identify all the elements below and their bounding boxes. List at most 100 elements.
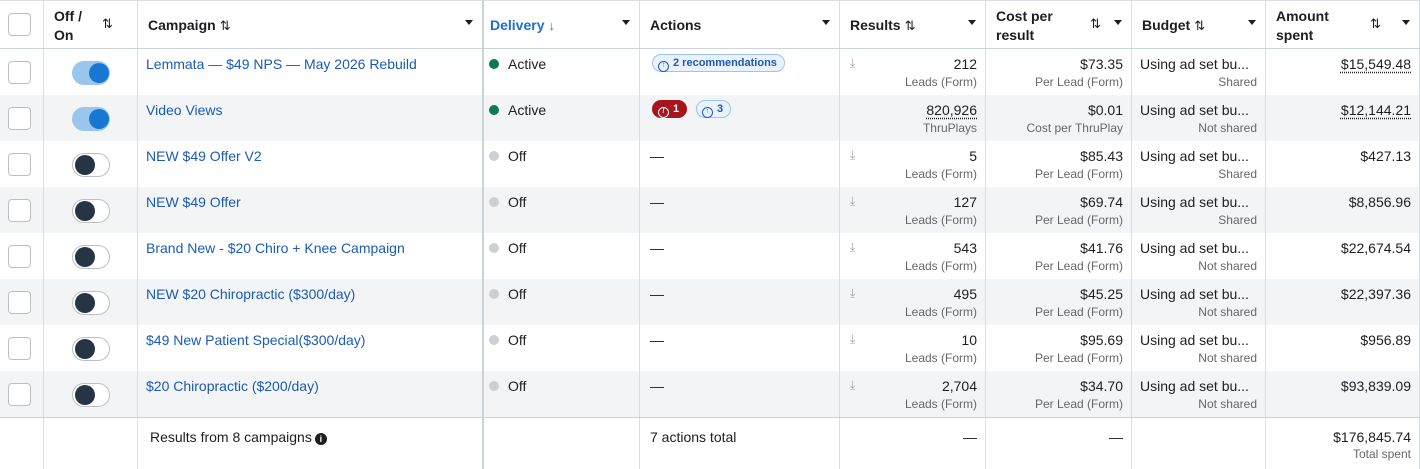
download-icon[interactable]: ⤓: [850, 286, 855, 301]
toggle-knob: [75, 293, 95, 313]
campaign-toggle[interactable]: [72, 291, 110, 315]
campaign-toggle[interactable]: [72, 245, 110, 269]
row-toggle-cell: [44, 279, 138, 325]
header-actions-cell[interactable]: Actions: [640, 1, 840, 48]
header-toggle-cell[interactable]: Off / On ⇅: [44, 1, 138, 48]
sort-arrows-icon[interactable]: ⇅: [220, 18, 231, 33]
campaign-toggle[interactable]: [72, 153, 110, 177]
campaign-toggle[interactable]: [72, 107, 110, 131]
campaign-toggle[interactable]: [72, 337, 110, 361]
results-type: Leads (Form): [904, 305, 977, 319]
chevron-down-icon[interactable]: [968, 20, 976, 25]
row-delivery-cell: Active: [484, 49, 640, 95]
table-footer: Results from 8 campaigns i 7 actions tota…: [0, 417, 1420, 469]
download-icon[interactable]: ⤓: [850, 56, 855, 71]
row-results-cell: ⤓ 10 Leads (Form): [840, 325, 986, 371]
delivery-status-dot: [489, 289, 499, 299]
row-checkbox[interactable]: [8, 337, 31, 360]
chevron-down-icon[interactable]: [822, 20, 830, 25]
sort-arrows-icon[interactable]: ⇅: [102, 16, 113, 32]
row-results-cell: ⤓ 5 Leads (Form): [840, 141, 986, 187]
download-icon[interactable]: ⤓: [850, 332, 855, 347]
row-budget-cell: Using ad set bu... Not shared: [1132, 279, 1266, 325]
row-checkbox[interactable]: [8, 291, 31, 314]
table-row[interactable]: $20 Chiropractic ($200/day) Off — ⤓ 2,704 Lea…: [0, 371, 1420, 417]
chevron-down-icon[interactable]: [1402, 20, 1410, 25]
row-checkbox[interactable]: [8, 107, 31, 130]
download-icon[interactable]: ⤓: [850, 194, 855, 209]
download-icon[interactable]: ⤓: [850, 148, 855, 163]
sort-arrows-icon[interactable]: ⇅: [1194, 18, 1205, 33]
table-row[interactable]: Brand New - $20 Chiro + Knee Campaign Off…: [0, 233, 1420, 279]
chevron-down-icon[interactable]: [1248, 20, 1256, 25]
campaign-name-link[interactable]: Brand New - $20 Chiro + Knee Campaign: [146, 239, 405, 257]
sort-arrows-icon[interactable]: ⇅: [1090, 16, 1101, 32]
header-cost-cell[interactable]: Cost per result ⇅: [986, 1, 1132, 48]
table-row[interactable]: NEW $49 Offer Off — ⤓ 127 Leads (Form) $69.74 P…: [0, 187, 1420, 233]
header-campaign-cell[interactable]: Campaign ⇅: [138, 1, 484, 48]
delivery-status-dot: [489, 59, 499, 69]
amount-spent-value: $8,856.96: [1348, 194, 1411, 210]
header-delivery-cell[interactable]: Delivery ↓: [484, 1, 640, 48]
row-cost-cell: $69.74 Per Lead (Form): [986, 187, 1132, 233]
download-icon[interactable]: ⤓: [850, 378, 855, 393]
table-row[interactable]: $49 New Patient Special($300/day) Off — ⤓ 10…: [0, 325, 1420, 371]
campaign-name-link[interactable]: $49 New Patient Special($300/day): [146, 331, 365, 349]
campaign-name-link[interactable]: NEW $49 Offer: [146, 193, 241, 211]
sort-arrows-icon[interactable]: ⇅: [1370, 16, 1381, 32]
row-actions-cell: —: [640, 279, 840, 325]
actions-column-title: Actions: [650, 17, 702, 33]
budget-value: Using ad set bu...: [1140, 378, 1249, 394]
campaign-name-link[interactable]: Lemmata — $49 NPS — May 2026 Rebuild: [146, 55, 417, 73]
row-checkbox[interactable]: [8, 245, 31, 268]
row-checkbox[interactable]: [8, 199, 31, 222]
campaign-name-link[interactable]: $20 Chiropractic ($200/day): [146, 377, 319, 395]
row-budget-cell: Using ad set bu... Shared: [1132, 49, 1266, 95]
row-checkbox[interactable]: [8, 153, 31, 176]
recommendations-badge[interactable]: ↑ 3: [696, 100, 732, 118]
campaign-toggle[interactable]: [72, 199, 110, 223]
row-checkbox[interactable]: [8, 383, 31, 406]
delivery-status-text: Off: [508, 194, 527, 210]
info-icon[interactable]: i: [314, 433, 327, 445]
row-budget-cell: Using ad set bu... Not shared: [1132, 371, 1266, 417]
recommendations-badge[interactable]: ↑ 2 recommendations: [652, 54, 785, 72]
select-all-checkbox[interactable]: [8, 13, 31, 36]
row-delivery-cell: Off: [484, 233, 640, 279]
row-campaign-cell: Video Views: [138, 95, 484, 141]
header-amount-cell[interactable]: Amount spent ⇅: [1266, 1, 1420, 48]
campaign-toggle[interactable]: [72, 61, 110, 85]
results-value: 2,704: [941, 378, 977, 394]
campaign-name-link[interactable]: Video Views: [146, 101, 223, 119]
table-row[interactable]: NEW $20 Chiropractic ($300/day) Off — ⤓ 495 L…: [0, 279, 1420, 325]
row-cost-cell: $95.69 Per Lead (Form): [986, 325, 1132, 371]
sort-down-icon[interactable]: ↓: [548, 18, 555, 33]
row-select-cell: [0, 187, 44, 233]
footer-empty-cell: [0, 418, 44, 469]
table-row[interactable]: NEW $49 Offer V2 Off — ⤓ 5 Leads (Form) $85.43…: [0, 141, 1420, 187]
table-row[interactable]: Lemmata — $49 NPS — May 2026 Rebuild Acti…: [0, 49, 1420, 95]
campaign-toggle[interactable]: [72, 383, 110, 407]
chevron-down-icon[interactable]: [1114, 20, 1122, 25]
row-amount-cell: $8,856.96: [1266, 187, 1420, 233]
header-results-cell[interactable]: Results ⇅: [840, 1, 986, 48]
results-value: 10: [961, 332, 977, 348]
no-actions-dash: —: [650, 148, 664, 164]
table-row[interactable]: Video Views Active/1 ↑ 3 820,926 ThruPlays $0.…: [0, 95, 1420, 141]
download-icon[interactable]: ⤓: [850, 240, 855, 255]
campaign-name-link[interactable]: NEW $49 Offer V2: [146, 147, 262, 165]
row-campaign-cell: $49 New Patient Special($300/day): [138, 325, 484, 371]
cost-total-dash: —: [1109, 429, 1123, 445]
header-budget-cell[interactable]: Budget ⇅: [1132, 1, 1266, 48]
campaign-name-link[interactable]: NEW $20 Chiropractic ($300/day): [146, 285, 355, 303]
row-checkbox[interactable]: [8, 61, 31, 84]
chevron-down-icon[interactable]: [622, 20, 630, 25]
row-actions-cell: —: [640, 141, 840, 187]
chevron-down-icon[interactable]: [465, 20, 473, 25]
budget-sharing: Not shared: [1198, 351, 1257, 365]
cost-column-title: Cost per result: [996, 7, 1053, 45]
sort-arrows-icon[interactable]: ⇅: [905, 18, 916, 33]
error-badge[interactable]: /1: [652, 100, 688, 118]
row-toggle-cell: [44, 325, 138, 371]
footer-amount-cell: $176,845.74 Total spent: [1266, 418, 1420, 469]
